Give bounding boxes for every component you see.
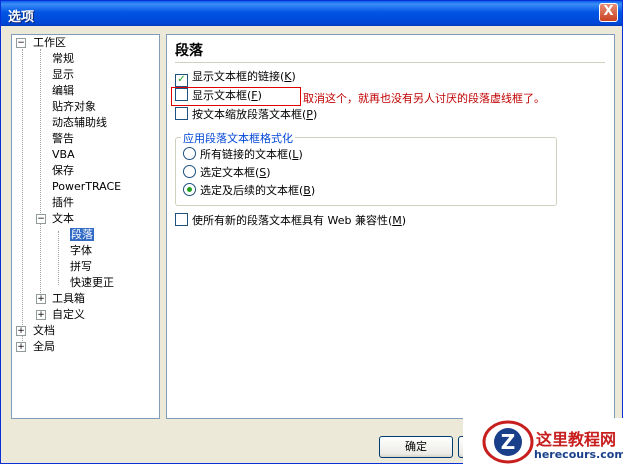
tree-item-label: 快速更正 — [70, 276, 114, 289]
checkbox-icon[interactable] — [175, 107, 188, 120]
tree-item-label: 显示 — [52, 68, 74, 81]
tree-item-label: 常规 — [52, 52, 74, 65]
option-scale-paragraph-frames[interactable]: 按文本缩放段落文本框(P) — [175, 107, 317, 123]
tree-item-plugins[interactable]: 插件 — [52, 195, 74, 210]
tree-item-label: 文本 — [52, 212, 74, 225]
tree-item-display[interactable]: 显示 — [52, 67, 74, 82]
expand-icon[interactable]: + — [36, 294, 46, 304]
tree-item-save[interactable]: 保存 — [52, 163, 74, 178]
radio-icon[interactable] — [183, 147, 196, 160]
close-button[interactable]: X — [599, 3, 618, 22]
expand-icon[interactable]: + — [16, 342, 26, 352]
tree-item-label: 保存 — [52, 164, 74, 177]
collapse-icon[interactable]: − — [36, 214, 46, 224]
radio-selected-icon[interactable] — [183, 183, 196, 196]
tree-line — [22, 49, 23, 349]
tree-item-label: 全局 — [33, 340, 55, 353]
option-show-text-frames[interactable]: 显示文本框(F) — [175, 88, 262, 104]
accel-key: K — [284, 70, 292, 83]
option-label: 使所有新的段落文本框具有 Web 兼容性 — [192, 214, 388, 227]
group-label: 应用段落文本框格式化 — [181, 130, 295, 146]
radio-all-linked-frames[interactable]: 所有链接的文本框(L) — [183, 147, 303, 163]
collapse-icon[interactable]: − — [16, 38, 26, 48]
accel-key: L — [292, 148, 299, 161]
tree-item-label: 段落 — [70, 228, 94, 241]
checkbox-icon[interactable] — [175, 213, 188, 226]
tree-item-label: 动态辅助线 — [52, 116, 107, 129]
accel-key: S — [259, 166, 267, 179]
tree-item-label: 工作区 — [33, 36, 66, 49]
tree-item-edit[interactable]: 编辑 — [52, 83, 74, 98]
tree-item-label: 文档 — [33, 324, 55, 337]
tree-item-warnings[interactable]: 警告 — [52, 131, 74, 146]
tree-item-label: VBA — [52, 148, 75, 161]
settings-panel: 段落 ✓ 显示文本框的链接(K) 显示文本框(F) 取消这个，就再也没有另人讨厌的… — [166, 34, 615, 419]
accel-key: B — [303, 184, 311, 197]
annotation-note: 取消这个，就再也没有另人讨厌的段落虚线框了。 — [303, 92, 545, 105]
checkbox-icon[interactable] — [175, 88, 188, 101]
watermark-text: 这里教程网 — [536, 430, 617, 449]
tree-item-dynamic-guides[interactable]: 动态辅助线 — [52, 115, 107, 130]
tree-item-general[interactable]: 常规 — [52, 51, 74, 66]
ok-button[interactable]: 确定 — [379, 436, 453, 458]
accel-key: P — [306, 108, 313, 121]
tree-item-label: 自定义 — [52, 308, 85, 321]
option-label: 显示文本框 — [192, 89, 247, 102]
title-bar[interactable]: 选项 X — [1, 1, 622, 26]
radio-label: 选定及后续的文本框 — [200, 184, 299, 197]
tree-item-label: 警告 — [52, 132, 74, 145]
option-label: 显示文本框的链接 — [192, 70, 280, 83]
tree-item-powertrace[interactable]: PowerTRACE — [52, 179, 121, 194]
title-divider — [175, 62, 605, 63]
tree-item-spelling[interactable]: 拼写 — [70, 259, 92, 274]
tree-item-snap-to-objects[interactable]: 贴齐对象 — [52, 99, 96, 114]
expand-icon[interactable]: + — [16, 326, 26, 336]
tree-item-label: 字体 — [70, 244, 92, 257]
radio-selected-frames[interactable]: 选定文本框(S) — [183, 165, 271, 181]
watermark-url: herecours.com — [534, 448, 623, 461]
expand-icon[interactable]: + — [36, 310, 46, 320]
dialog-title: 选项 — [8, 10, 35, 25]
tree-item-paragraph[interactable]: 段落 — [70, 227, 94, 242]
tree-item-label: PowerTRACE — [52, 180, 122, 193]
radio-label: 选定文本框 — [200, 166, 255, 179]
tree-item-quick-correct[interactable]: 快速更正 — [70, 275, 114, 290]
option-show-frame-links[interactable]: ✓ 显示文本框的链接(K) — [175, 69, 296, 87]
radio-icon[interactable] — [183, 165, 196, 178]
radio-selected-and-subsequent[interactable]: 选定及后续的文本框(B) — [183, 183, 315, 199]
tree-item-label: 插件 — [52, 196, 74, 209]
tree-item-label: 编辑 — [52, 84, 74, 97]
accel-key: M — [392, 214, 402, 227]
tree-item-label: 拼写 — [70, 260, 92, 273]
category-tree[interactable]: − 工作区 常规 显示 编辑 贴齐对象 动态辅助线 警告 VBA 保存 Powe… — [11, 34, 160, 419]
tree-line — [40, 49, 41, 301]
tree-item-label: 贴齐对象 — [52, 100, 96, 113]
panel-title: 段落 — [175, 43, 203, 59]
radio-label: 所有链接的文本框 — [200, 148, 288, 161]
tree-item-font[interactable]: 字体 — [70, 243, 92, 258]
tree-item-label: 工具箱 — [52, 292, 85, 305]
option-web-compatible[interactable]: 使所有新的段落文本框具有 Web 兼容性(M) — [175, 213, 406, 229]
tree-line — [58, 231, 59, 285]
options-dialog: 选项 X − 工作区 常规 显示 编辑 贴齐对象 动态辅助线 警告 VBA 保存… — [0, 0, 623, 465]
svg-text:Z: Z — [501, 430, 516, 454]
accel-key: F — [251, 89, 258, 102]
option-label: 按文本缩放段落文本框 — [192, 108, 302, 121]
tree-item-vba[interactable]: VBA — [52, 147, 75, 162]
checkbox-checked-icon[interactable]: ✓ — [175, 74, 188, 87]
